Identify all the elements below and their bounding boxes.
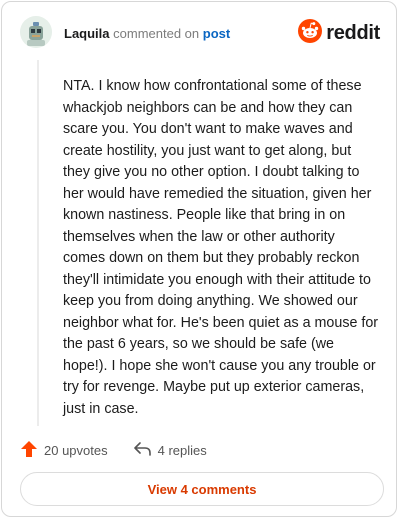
- replies-button[interactable]: 4 replies: [133, 441, 207, 460]
- thread-line[interactable]: [37, 60, 39, 426]
- username-link[interactable]: Laquila: [64, 26, 110, 41]
- comment-body: NTA. I know how confrontational some of …: [63, 78, 379, 417]
- view-comments-button[interactable]: View 4 comments: [20, 472, 384, 506]
- comment-byline: Laquila commented on post: [64, 26, 230, 41]
- upvote-button[interactable]: 20 upvotes: [20, 440, 108, 461]
- avatar[interactable]: [20, 16, 52, 48]
- reddit-brand[interactable]: reddit: [298, 18, 380, 48]
- comment-card: Laquila commented on post reddit NTA. I …: [1, 1, 397, 517]
- reddit-wordmark: reddit: [326, 21, 380, 44]
- reddit-logo-icon: [298, 18, 323, 48]
- upvote-count: 20 upvotes: [44, 442, 108, 458]
- comment-actions: 20 upvotes 4 replies: [20, 440, 207, 460]
- comment-header: Laquila commented on post reddit: [20, 16, 380, 52]
- upvote-arrow-icon: [20, 440, 38, 461]
- replies-count: 4 replies: [157, 442, 207, 458]
- commented-on-label: commented on: [113, 26, 200, 41]
- reply-arrow-icon: [133, 441, 152, 460]
- post-link[interactable]: post: [203, 26, 230, 41]
